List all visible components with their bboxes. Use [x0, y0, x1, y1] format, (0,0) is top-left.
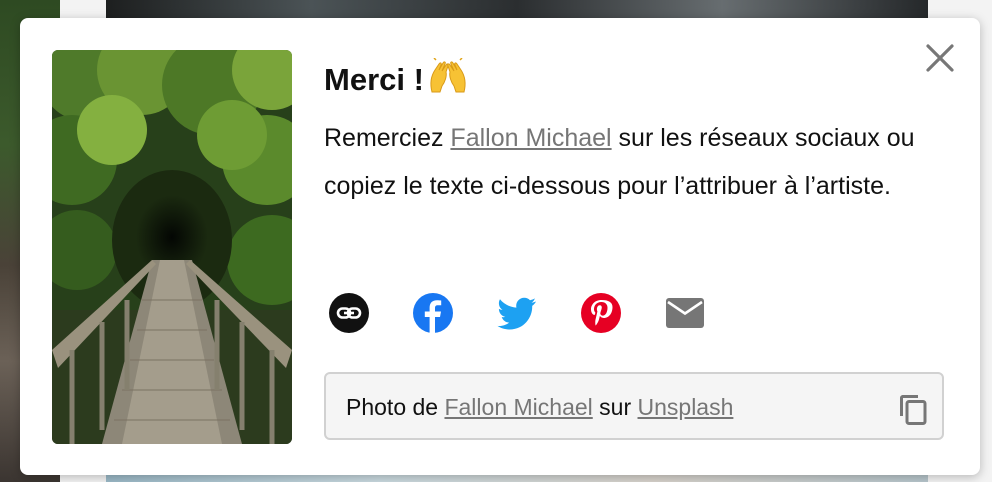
copy-icon	[900, 395, 927, 425]
attribution-site-link[interactable]: Unsplash	[638, 394, 734, 420]
close-button[interactable]	[924, 42, 956, 74]
dialog-title: Merci !	[324, 57, 468, 102]
attribution-box: Photo de Fallon Michael sur Unsplash	[324, 372, 944, 440]
description-text-start: Remerciez	[324, 124, 451, 152]
copy-link-button[interactable]	[328, 292, 370, 334]
share-email-button[interactable]	[664, 292, 706, 334]
artist-profile-link[interactable]: Fallon Michael	[450, 124, 611, 152]
share-twitter-button[interactable]	[496, 292, 538, 334]
pinterest-icon	[581, 293, 621, 333]
twitter-icon	[497, 297, 536, 330]
dialog-title-text: Merci !	[324, 62, 424, 97]
attribution-prefix: Photo de	[346, 394, 445, 420]
copy-attribution-button[interactable]	[896, 392, 930, 426]
share-facebook-button[interactable]	[412, 292, 454, 334]
attribution-artist-link[interactable]: Fallon Michael	[444, 394, 592, 420]
attribution-middle: sur	[592, 394, 638, 420]
facebook-icon	[413, 293, 453, 333]
photo-thumbnail	[52, 50, 292, 444]
raising-hands-emoji-icon	[428, 57, 468, 102]
email-icon	[666, 298, 704, 328]
share-pinterest-button[interactable]	[580, 292, 622, 334]
thank-you-dialog: Merci ! Remerciez Fallon Michael sur les…	[20, 18, 980, 475]
attribution-text: Photo de Fallon Michael sur Unsplash	[346, 394, 733, 421]
link-icon	[329, 293, 369, 333]
close-icon	[926, 44, 954, 72]
dialog-description: Remerciez Fallon Michael sur les réseaux…	[324, 114, 924, 210]
